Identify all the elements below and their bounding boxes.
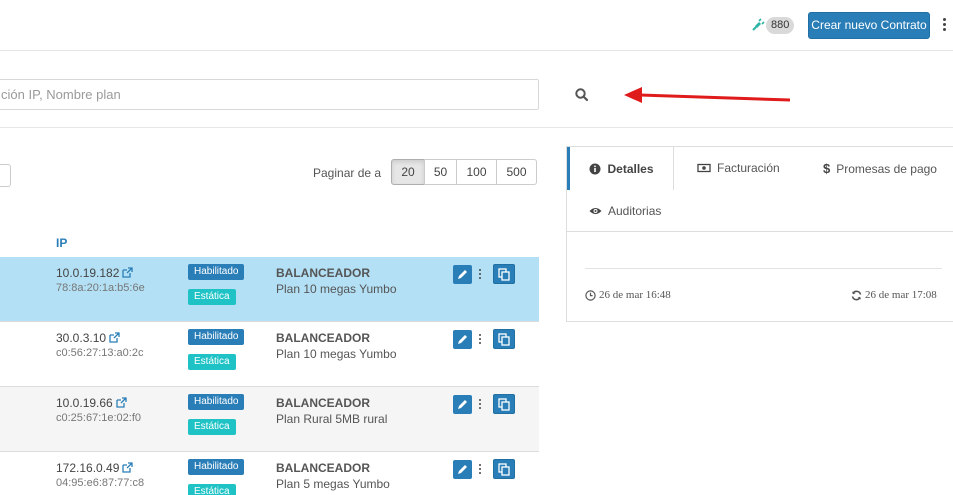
edit-button[interactable] <box>453 395 472 414</box>
status-badge: Habilitado <box>188 459 245 475</box>
clock-icon <box>585 289 596 301</box>
tab-detalles[interactable]: Detalles <box>567 147 674 190</box>
copy-button[interactable] <box>493 394 515 414</box>
search-icon[interactable] <box>574 87 590 103</box>
edit-button[interactable] <box>453 460 472 479</box>
ip-link[interactable]: 10.0.19.66 <box>56 396 127 410</box>
created-timestamp: 26 de mar 16:48 <box>585 289 671 301</box>
pencil-icon <box>458 400 467 409</box>
contract-details-panel: Detalles Facturación $ Promesas de pago … <box>566 146 953 322</box>
copy-icon <box>498 333 510 346</box>
page-size-20-button[interactable]: 20 <box>391 159 425 185</box>
tab-promesas-label: Promesas de pago <box>836 161 937 176</box>
ip-type-badge: Estática <box>188 484 236 495</box>
info-circle-icon <box>589 163 601 174</box>
plan-title: BALANCEADOR <box>276 331 370 345</box>
ip-type-badge: Estática <box>188 354 236 370</box>
plan-name: Plan 10 megas Yumbo <box>276 282 397 296</box>
mac-address: c0:25:67:1e:02:f0 <box>56 412 142 424</box>
mac-address: c0:56:27:13:a0:2c <box>56 347 144 359</box>
pencil-icon <box>458 465 467 474</box>
external-link-icon <box>122 267 134 278</box>
tab-auditorias[interactable]: Auditorias <box>589 204 661 218</box>
details-divider <box>585 268 942 269</box>
edit-button[interactable] <box>453 330 472 349</box>
tab-auditorias-label: Auditorias <box>608 204 662 218</box>
ip-link[interactable]: 172.16.0.49 <box>56 461 134 475</box>
money-bill-icon <box>697 163 711 173</box>
page-size-500-button[interactable]: 500 <box>496 159 537 185</box>
external-link-icon <box>116 397 127 408</box>
row-options-icon[interactable] <box>479 399 483 413</box>
row-options-icon[interactable] <box>479 269 483 283</box>
copy-button[interactable] <box>493 329 515 349</box>
plan-name: Plan 10 megas Yumbo <box>276 347 397 361</box>
tab-facturacion-label: Facturación <box>717 161 780 175</box>
tab-facturacion[interactable]: Facturación <box>697 161 780 175</box>
pencil-icon <box>458 335 467 344</box>
ip-type-badge: Estática <box>188 419 236 435</box>
connections-count-badge: 880 <box>766 17 795 34</box>
column-header-ip[interactable]: IP <box>56 236 67 250</box>
tab-promesas-de-pago[interactable]: $ Promesas de pago <box>823 161 937 176</box>
copy-button[interactable] <box>493 459 515 479</box>
copy-icon <box>498 398 510 411</box>
page-size-100-button[interactable]: 100 <box>456 159 497 185</box>
ip-link[interactable]: 10.0.19.182 <box>56 266 134 280</box>
tabs-divider <box>567 231 953 232</box>
plug-icon <box>752 18 765 31</box>
table-row[interactable]: 10.0.19.66 c0:25:67:1e:02:f0 Habilitado … <box>0 387 539 452</box>
filter-toggle-button[interactable] <box>0 164 11 187</box>
status-badge: Habilitado <box>188 394 245 410</box>
updated-timestamp: 26 de mar 17:08 <box>851 289 937 301</box>
mac-address: 04:95:e6:87:77:c8 <box>56 477 145 489</box>
copy-button[interactable] <box>493 264 515 284</box>
plan-title: BALANCEADOR <box>276 396 370 410</box>
external-link-icon <box>122 462 134 473</box>
table-row[interactable]: 172.16.0.49 04:95:e6:87:77:c8 Habilitado… <box>0 452 539 495</box>
status-badge: Habilitado <box>188 264 245 280</box>
mac-address: 78:8a:20:1a:b5:6e <box>56 282 145 294</box>
ip-link[interactable]: 30.0.3.10 <box>56 331 120 345</box>
plan-title: BALANCEADOR <box>276 266 370 280</box>
plan-title: BALANCEADOR <box>276 461 370 475</box>
table-row[interactable]: 10.0.19.182 78:8a:20:1a:b5:6e Habilitado… <box>0 257 539 322</box>
contracts-list-panel: Paginar de a 20 50 100 500 IP 10.0.19.18… <box>0 128 545 495</box>
annotation-arrow <box>624 87 791 103</box>
row-options-icon[interactable] <box>479 334 483 348</box>
refresh-icon <box>851 290 862 300</box>
page-size-50-button[interactable]: 50 <box>424 159 457 185</box>
dollar-icon: $ <box>823 161 831 176</box>
copy-icon <box>498 268 510 281</box>
tab-detalles-label: Detalles <box>607 161 654 176</box>
pagination-label: Paginar de a <box>313 166 382 180</box>
external-link-icon <box>109 332 120 343</box>
contracts-table: 10.0.19.182 78:8a:20:1a:b5:6e Habilitado… <box>0 257 539 495</box>
search-input[interactable] <box>0 79 539 110</box>
copy-icon <box>498 463 510 476</box>
row-options-icon[interactable] <box>479 464 483 478</box>
create-contract-button[interactable]: Crear nuevo Contrato <box>808 12 930 39</box>
table-row[interactable]: 30.0.3.10 c0:56:27:13:a0:2c Habilitado E… <box>0 322 539 387</box>
page-size-selector: 20 50 100 500 <box>391 159 537 185</box>
more-options-icon[interactable] <box>943 18 947 32</box>
status-badge: Habilitado <box>188 329 245 345</box>
edit-button[interactable] <box>453 265 472 284</box>
ip-type-badge: Estática <box>188 289 236 305</box>
plan-name: Plan 5 megas Yumbo <box>276 477 390 491</box>
top-bar: 880 Crear nuevo Contrato <box>0 0 953 51</box>
pencil-icon <box>458 270 467 279</box>
search-row <box>0 51 953 128</box>
eye-icon <box>589 208 602 214</box>
plan-name: Plan Rural 5MB rural <box>276 412 388 426</box>
